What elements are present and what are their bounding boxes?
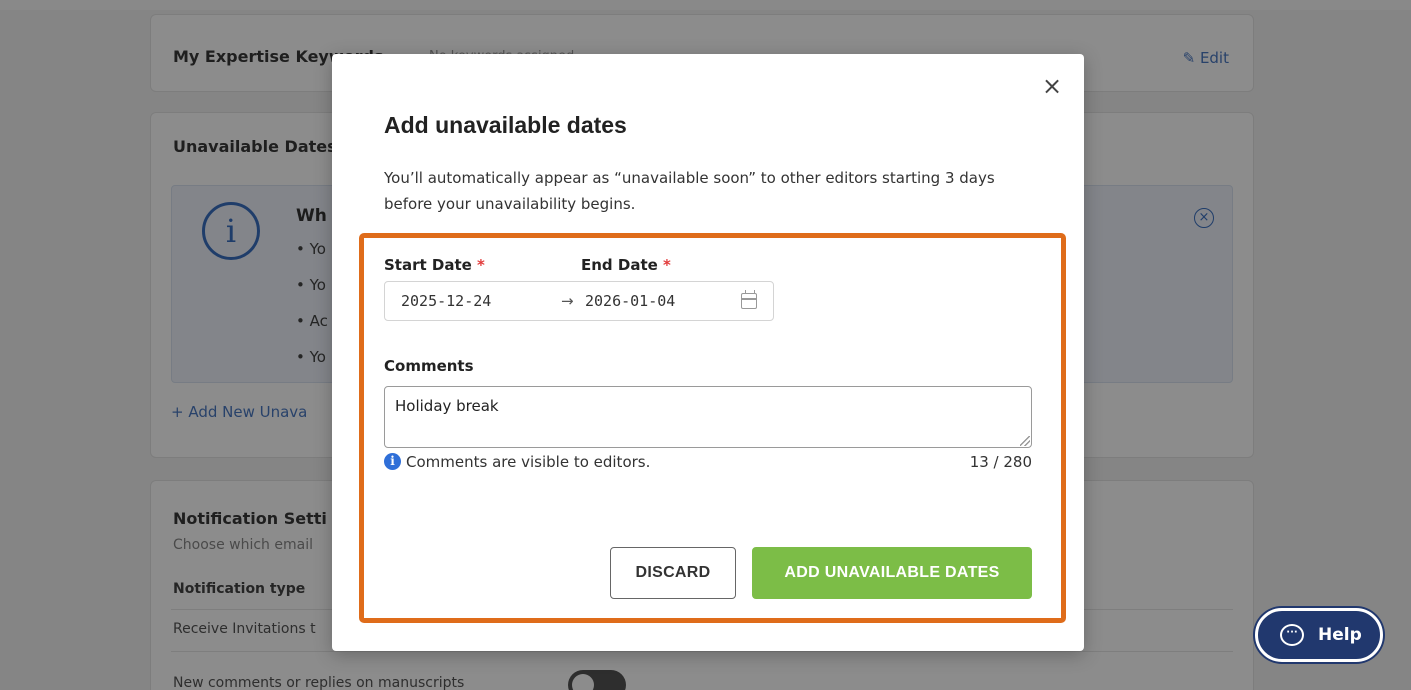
calendar-icon[interactable] <box>741 290 757 309</box>
required-mark: * <box>663 256 671 274</box>
chat-icon: ··· <box>1280 624 1304 646</box>
end-date-label: End Date * <box>581 256 671 274</box>
comments-hint: Comments are visible to editors. <box>406 453 651 471</box>
help-button[interactable]: ··· Help <box>1255 608 1383 662</box>
help-label: Help <box>1318 625 1362 645</box>
required-mark: * <box>477 256 485 274</box>
dialog-title: Add unavailable dates <box>384 112 627 138</box>
character-counter: 13 / 280 <box>969 453 1032 471</box>
end-date-input[interactable]: 2026-01-04 <box>585 292 675 310</box>
info-icon: i <box>384 453 401 470</box>
date-range-picker[interactable]: 2025-12-24 → 2026-01-04 <box>384 281 774 321</box>
start-date-label: Start Date * <box>384 256 485 274</box>
add-unavailable-dates-button[interactable]: ADD UNAVAILABLE DATES <box>752 547 1032 599</box>
comments-textarea[interactable]: Holiday break <box>384 386 1032 448</box>
resize-handle[interactable] <box>1020 436 1030 446</box>
close-icon[interactable]: × <box>1040 74 1064 98</box>
comments-label: Comments <box>384 357 474 375</box>
discard-button[interactable]: DISCARD <box>610 547 736 599</box>
range-arrow: → <box>561 292 574 310</box>
start-date-input[interactable]: 2025-12-24 <box>401 292 491 310</box>
add-unavailable-dates-dialog: × Add unavailable dates You’ll automatic… <box>332 54 1084 651</box>
dialog-description: You’ll automatically appear as “unavaila… <box>384 169 995 213</box>
